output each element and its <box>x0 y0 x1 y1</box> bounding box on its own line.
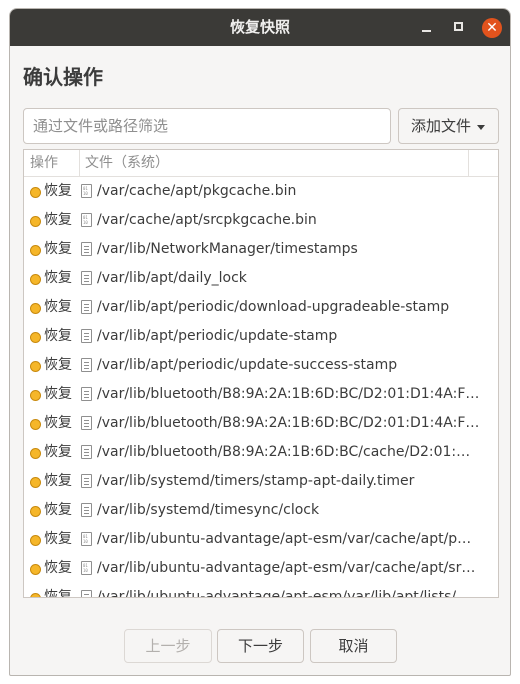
add-file-label: 添加文件 <box>411 117 472 135</box>
text-file-icon <box>81 474 92 488</box>
restore-snapshot-window: 恢复快照 ✕ 确认操作 添加文件 操作 文件（系统） 恢复/var/cache/… <box>9 8 511 676</box>
status-dot-icon <box>30 332 41 343</box>
row-action: 恢复 <box>44 415 72 431</box>
row-path: /var/cache/apt/srcpkgcache.bin <box>97 212 317 228</box>
column-separator <box>79 150 80 176</box>
table-row[interactable]: 恢复/var/lib/NetworkManager/timestamps <box>24 235 498 264</box>
next-button[interactable]: 下一步 <box>217 629 304 663</box>
text-file-icon <box>81 242 92 256</box>
row-path: /var/lib/systemd/timesync/clock <box>97 502 320 518</box>
status-dot-icon <box>30 274 41 285</box>
caret-down-icon <box>477 125 485 130</box>
table-row[interactable]: 恢复/var/cache/apt/pkgcache.bin <box>24 177 498 206</box>
status-dot-icon <box>30 535 41 546</box>
status-dot-icon <box>30 564 41 575</box>
binary-file-icon <box>81 532 92 546</box>
table-row[interactable]: 恢复/var/lib/bluetooth/B8:9A:2A:1B:6D:BC/D… <box>24 409 498 438</box>
table-row[interactable]: 恢复/var/lib/apt/daily_lock <box>24 264 498 293</box>
text-file-icon <box>81 329 92 343</box>
text-file-icon <box>81 300 92 314</box>
table-row[interactable]: 恢复/var/lib/ubuntu-advantage/apt-esm/var/… <box>24 525 498 554</box>
row-action: 恢复 <box>44 560 72 576</box>
row-path: /var/lib/apt/daily_lock <box>97 270 247 286</box>
text-file-icon <box>81 271 92 285</box>
row-path: /var/lib/ubuntu-advantage/apt-esm/var/ca… <box>97 531 472 547</box>
status-dot-icon <box>30 303 41 314</box>
title-bar[interactable]: 恢复快照 ✕ <box>10 9 510 46</box>
file-table: 操作 文件（系统） 恢复/var/cache/apt/pkgcache.bin恢… <box>23 149 499 598</box>
status-dot-icon <box>30 419 41 430</box>
row-action: 恢复 <box>44 299 72 315</box>
row-path: /var/lib/ubuntu-advantage/apt-esm/var/ca… <box>97 560 476 576</box>
row-path: /var/lib/apt/periodic/update-stamp <box>97 328 338 344</box>
text-file-icon <box>81 358 92 372</box>
column-header-action[interactable]: 操作 <box>30 150 58 176</box>
row-path: /var/lib/systemd/timers/stamp-apt-daily.… <box>97 473 415 489</box>
row-action: 恢复 <box>44 386 72 402</box>
status-dot-icon <box>30 448 41 459</box>
status-dot-icon <box>30 361 41 372</box>
row-action: 恢复 <box>44 531 72 547</box>
status-dot-icon <box>30 477 41 488</box>
row-action: 恢复 <box>44 357 72 373</box>
binary-file-icon <box>81 184 92 198</box>
status-dot-icon <box>30 390 41 401</box>
row-action: 恢复 <box>44 241 72 257</box>
table-row[interactable]: 恢复/var/lib/apt/periodic/update-stamp <box>24 322 498 351</box>
maximize-icon[interactable] <box>450 18 470 38</box>
filter-input[interactable] <box>23 108 391 144</box>
table-row[interactable]: 恢复/var/lib/ubuntu-advantage/apt-esm/var/… <box>24 554 498 583</box>
text-file-icon <box>81 503 92 517</box>
table-row[interactable]: 恢复/var/lib/systemd/timers/stamp-apt-dail… <box>24 467 498 496</box>
status-dot-icon <box>30 245 41 256</box>
table-header: 操作 文件（系统） <box>24 150 498 177</box>
binary-file-icon <box>81 213 92 227</box>
row-path: /var/lib/apt/periodic/download-upgradeab… <box>97 299 450 315</box>
table-row[interactable]: 恢复/var/lib/apt/periodic/update-success-s… <box>24 351 498 380</box>
table-row[interactable]: 恢复/var/lib/systemd/timesync/clock <box>24 496 498 525</box>
row-path: /var/lib/bluetooth/B8:9A:2A:1B:6D:BC/D2:… <box>97 415 480 431</box>
column-separator <box>468 150 469 176</box>
row-action: 恢复 <box>44 502 72 518</box>
row-path: /var/lib/apt/periodic/update-success-sta… <box>97 357 398 373</box>
page-heading: 确认操作 <box>23 65 103 89</box>
row-path: /var/lib/ubuntu-advantage/apt-esm/var/li… <box>97 589 471 598</box>
table-row[interactable]: 恢复/var/cache/apt/srcpkgcache.bin <box>24 206 498 235</box>
row-action: 恢复 <box>44 328 72 344</box>
row-path: /var/cache/apt/pkgcache.bin <box>97 183 297 199</box>
row-path: /var/lib/NetworkManager/timestamps <box>97 241 358 257</box>
table-body: 恢复/var/cache/apt/pkgcache.bin恢复/var/cach… <box>24 177 498 598</box>
row-path: /var/lib/bluetooth/B8:9A:2A:1B:6D:BC/cac… <box>97 444 471 460</box>
table-row[interactable]: 恢复/var/lib/ubuntu-advantage/apt-esm/var/… <box>24 583 498 598</box>
add-file-button[interactable]: 添加文件 <box>398 108 499 144</box>
row-action: 恢复 <box>44 444 72 460</box>
table-row[interactable]: 恢复/var/lib/apt/periodic/download-upgrade… <box>24 293 498 322</box>
row-action: 恢复 <box>44 183 72 199</box>
status-dot-icon <box>30 593 41 597</box>
cancel-button[interactable]: 取消 <box>310 629 397 663</box>
column-header-file[interactable]: 文件（系统） <box>85 150 169 176</box>
text-file-icon <box>81 590 92 597</box>
table-row[interactable]: 恢复/var/lib/bluetooth/B8:9A:2A:1B:6D:BC/D… <box>24 380 498 409</box>
binary-file-icon <box>81 561 92 575</box>
text-file-icon <box>81 416 92 430</box>
close-icon[interactable]: ✕ <box>482 18 502 38</box>
status-dot-icon <box>30 187 41 198</box>
text-file-icon <box>81 387 92 401</box>
minimize-icon[interactable] <box>417 18 437 38</box>
row-action: 恢复 <box>44 270 72 286</box>
status-dot-icon <box>30 216 41 227</box>
row-action: 恢复 <box>44 212 72 228</box>
row-action: 恢复 <box>44 473 72 489</box>
text-file-icon <box>81 445 92 459</box>
row-path: /var/lib/bluetooth/B8:9A:2A:1B:6D:BC/D2:… <box>97 386 480 402</box>
row-action: 恢复 <box>44 589 72 598</box>
table-row[interactable]: 恢复/var/lib/bluetooth/B8:9A:2A:1B:6D:BC/c… <box>24 438 498 467</box>
status-dot-icon <box>30 506 41 517</box>
back-button[interactable]: 上一步 <box>124 629 212 663</box>
